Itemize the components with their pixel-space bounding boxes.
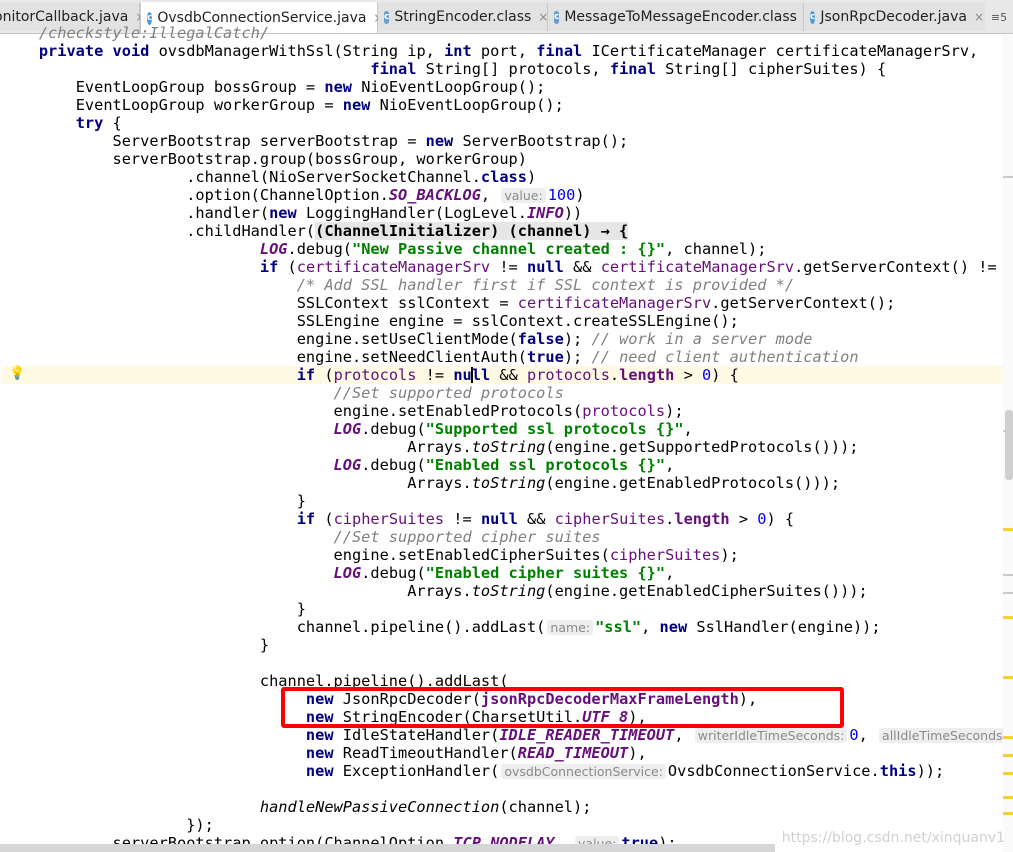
tab-label: StringEncoder.class [394, 9, 532, 25]
code-line: Arrays.toString(engine.getSupportedProto… [407, 438, 859, 456]
warning-mark[interactable] [1003, 736, 1013, 739]
code-line: LOG.debug("Enabled ssl protocols {}", [333, 456, 675, 474]
param-hint: name: [547, 620, 594, 635]
warning-mark[interactable] [1003, 796, 1013, 799]
warning-mark[interactable] [1003, 616, 1013, 619]
horizontal-scrollbar[interactable] [0, 844, 775, 852]
close-icon[interactable]: × [974, 10, 984, 24]
warning-mark[interactable] [1003, 528, 1013, 531]
stripe-mark[interactable] [1003, 574, 1013, 576]
warning-mark[interactable] [1003, 772, 1013, 775]
code-line: Arrays.toString(engine.getEnabledProtoco… [407, 474, 841, 492]
code-line: } [259, 636, 270, 654]
code-line: engine.setEnabledCipherSuites(cipherSuit… [333, 546, 739, 564]
java-class-icon: c [810, 10, 816, 24]
param-hint: allIdleTimeSeconds: [879, 728, 1006, 743]
code-line: serverBootstrap.group(bossGroup, workerG… [112, 150, 527, 168]
code-line: .handler(new LoggingHandler(LogLevel.INF… [186, 204, 583, 222]
code-line: .channel(NioServerSocketChannel.class) [186, 168, 537, 186]
warning-mark[interactable] [1003, 754, 1013, 757]
code-line: LOG.debug("Enabled cipher suites {}", [333, 564, 675, 582]
java-class-icon: c [147, 11, 153, 25]
compiled-class-icon: c [554, 10, 560, 24]
tab-label: JsonRpcDecoder.java [820, 9, 967, 25]
code-line: new ReadTimeoutHandler(READ_TIMEOUT), [305, 744, 647, 762]
code-line: ServerBootstrap serverBootstrap = new Se… [112, 132, 629, 150]
folded-lambda: (ChannelInitializer) (channel) → { [315, 222, 629, 240]
annotation-highlight-box [281, 687, 844, 728]
code-line: } [296, 600, 306, 618]
compiled-class-icon: c [384, 10, 390, 24]
param-hint: value: [501, 188, 546, 203]
code-line: try { [75, 114, 122, 132]
code-line: SSLEngine engine = sslContext.createSSLE… [296, 312, 739, 330]
code-line: final String[] protocols, final String[]… [370, 60, 887, 78]
code-line: LOG.debug("New Passive channel created :… [259, 240, 767, 258]
current-code-line: if (protocols != null && protocols.lengt… [2, 366, 1006, 384]
code-line: engine.setEnabledProtocols(protocols); [333, 402, 684, 420]
code-line: EventLoopGroup workerGroup = new NioEven… [75, 96, 564, 114]
warning-mark[interactable] [1003, 676, 1013, 679]
close-icon[interactable]: × [538, 10, 548, 24]
code-line: channel.pipeline().addLast(name: "ssl", n… [296, 618, 881, 636]
param-hint: writerIdleTimeSeconds: [694, 728, 848, 743]
code-line: engine.setNeedClientAuth(true); // need … [296, 348, 859, 366]
stripe-mark[interactable] [1003, 592, 1013, 594]
code-line: if (cipherSuites != null && cipherSuites… [296, 510, 795, 528]
param-hint: ovsdbConnectionService: [501, 764, 666, 779]
code-line: /* Add SSL handler first if SSL context … [296, 276, 795, 294]
code-line: private void ovsdbManagerWithSsl(String … [38, 42, 979, 60]
code-line: .option(ChannelOption.SO_BACKLOG, value:… [186, 186, 585, 204]
code-line: LOG.debug("Supported ssl protocols {}", [333, 420, 693, 438]
code-line: SSLContext sslContext = certificateManag… [296, 294, 896, 312]
code-line: .childHandler((ChannelInitializer) (chan… [186, 222, 629, 240]
vertical-scrollbar-thumb[interactable] [1005, 410, 1013, 480]
code-line: engine.setUseClientMode(false); // work … [296, 330, 813, 348]
tab-label: onitorCallback.java [0, 9, 129, 25]
watermark-text: https://blog.csdn.net/xinquanv1 [781, 830, 1005, 846]
code-line: //Set supported protocols [333, 384, 564, 402]
stripe-mark[interactable] [1003, 176, 1013, 178]
code-line: } [296, 492, 306, 510]
lightbulb-icon[interactable]: 💡 [9, 367, 25, 381]
tab-label: MessageToMessageEncoder.class [564, 9, 797, 25]
code-line: handleNewPassiveConnection(channel); [259, 798, 592, 816]
code-line: Arrays.toString(engine.getEnabledCipherS… [407, 582, 868, 600]
code-line: new ExceptionHandler(ovsdbConnectionServ… [305, 762, 945, 780]
code-line: EventLoopGroup bossGroup = new NioEventL… [75, 78, 546, 96]
code-line: //Set supported cipher suites [333, 528, 601, 546]
code-line: /checkstyle:IllegalCatch/ [38, 24, 270, 42]
code-line: if (certificateManagerSrv != null && cer… [259, 258, 1006, 276]
warning-mark[interactable] [1003, 812, 1013, 815]
code-line: new IdleStateHandler(IDLE_READER_TIMEOUT… [2, 726, 1006, 744]
